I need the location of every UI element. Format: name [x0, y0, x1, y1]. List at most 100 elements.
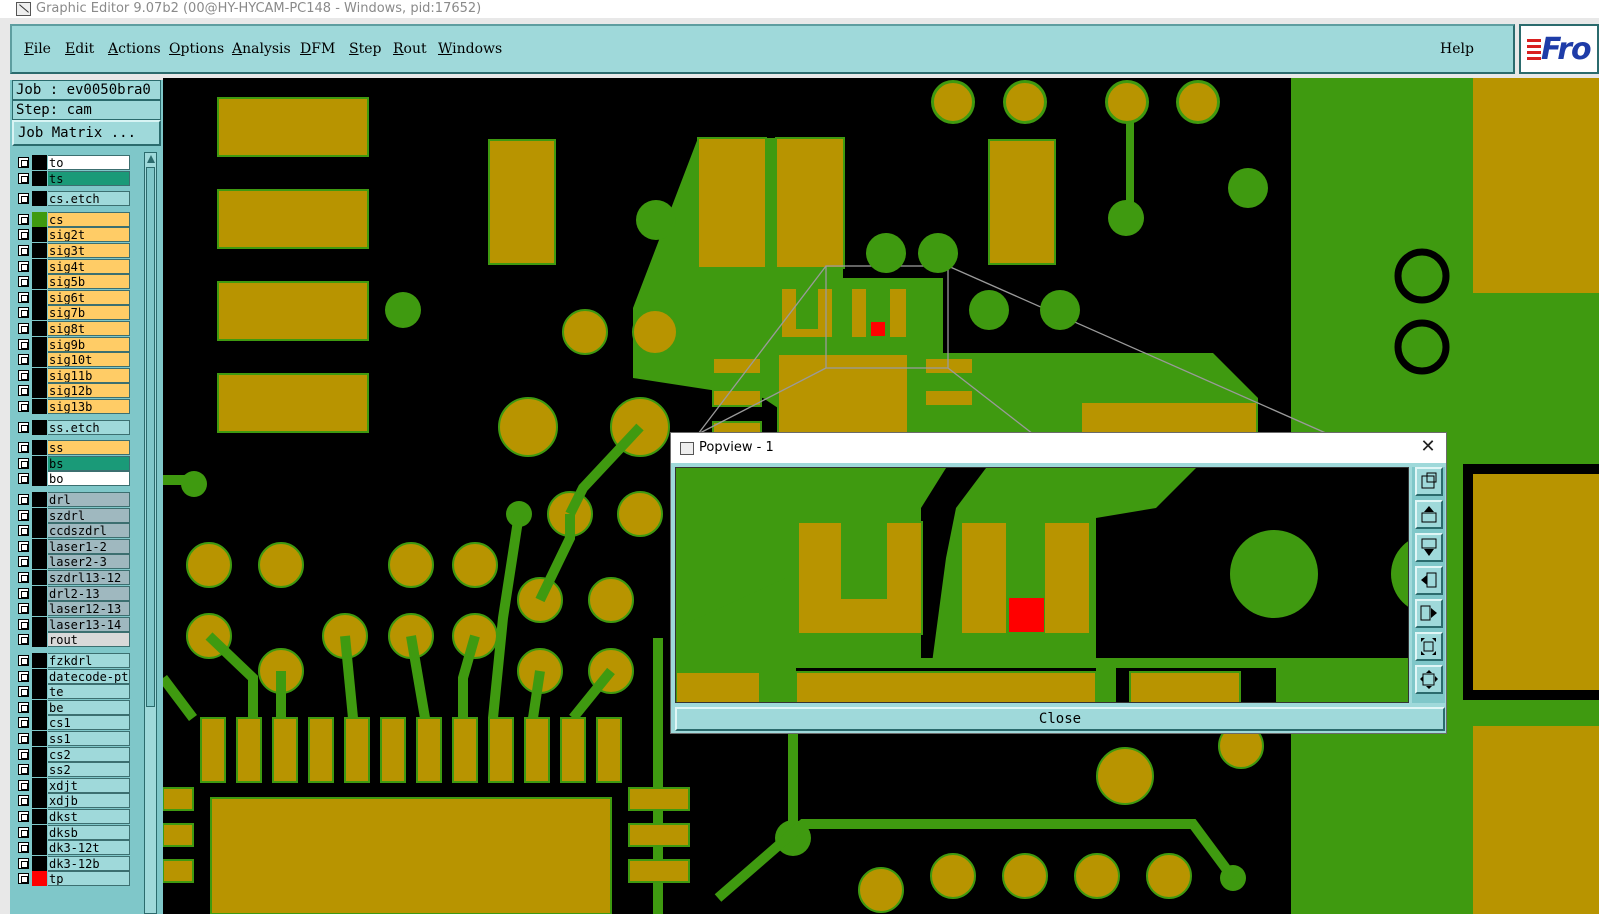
layer-row-sig13b[interactable]: sig13b — [12, 399, 132, 414]
layer-checkbox[interactable] — [18, 494, 29, 505]
job-matrix-button[interactable]: Job Matrix ... — [12, 120, 161, 146]
layer-checkbox[interactable] — [18, 540, 29, 552]
layer-color-swatch[interactable] — [32, 668, 47, 684]
layer-name[interactable]: sig8t — [48, 321, 130, 336]
layer-row-drl2-13[interactable]: drl2-13 — [12, 585, 132, 601]
layer-name[interactable]: sig5b — [48, 274, 130, 290]
layer-color-swatch[interactable] — [32, 731, 47, 746]
layer-row-cs1[interactable]: cs1 — [12, 715, 132, 731]
layer-name[interactable]: ss — [48, 440, 130, 456]
layer-checkbox[interactable] — [18, 717, 29, 729]
layer-checkbox[interactable] — [18, 385, 29, 397]
layer-name[interactable]: te — [48, 684, 130, 700]
layer-checkbox[interactable] — [18, 276, 29, 288]
layer-name[interactable]: sig7b — [48, 305, 130, 321]
menu-help[interactable]: Help — [1440, 41, 1474, 57]
layer-row-sig3t[interactable]: sig3t — [12, 243, 132, 258]
layer-name[interactable]: ccdszdrl — [48, 523, 130, 539]
layer-name[interactable]: szdrl13-12 — [48, 570, 130, 585]
layer-checkbox[interactable] — [18, 213, 29, 225]
layer-row-cs2[interactable]: cs2 — [12, 746, 132, 762]
layer-row-szdrl13-12[interactable]: szdrl13-12 — [12, 570, 132, 585]
menu-actions[interactable]: Actions — [108, 41, 161, 57]
layer-color-swatch[interactable] — [32, 170, 47, 186]
layer-name[interactable]: tp — [48, 871, 130, 887]
layer-row-tp[interactable]: tp — [12, 871, 132, 887]
layer-row-dksb[interactable]: dksb — [12, 824, 132, 840]
layer-color-swatch[interactable] — [32, 653, 47, 668]
pan-down-icon[interactable] — [1415, 533, 1443, 562]
layer-color-swatch[interactable] — [32, 274, 47, 290]
layer-checkbox[interactable] — [18, 245, 29, 256]
layer-row-szdrl[interactable]: szdrl — [12, 507, 132, 523]
layer-color-swatch[interactable] — [32, 871, 47, 887]
layer-name[interactable]: ss2 — [48, 762, 130, 778]
layer-row-sig9b[interactable]: sig9b — [12, 336, 132, 352]
layer-color-swatch[interactable] — [32, 585, 47, 601]
menu-dfm[interactable]: DFM — [300, 41, 335, 57]
menu-windows[interactable]: Windows — [438, 41, 502, 57]
layer-name[interactable]: drl2-13 — [48, 585, 130, 601]
popview-close-button[interactable]: Close — [675, 707, 1445, 731]
layer-color-swatch[interactable] — [32, 538, 47, 554]
layer-checkbox[interactable] — [18, 473, 29, 485]
layer-name[interactable]: sig3t — [48, 243, 130, 258]
layer-row-ts[interactable]: ts — [12, 170, 132, 186]
layer-checkbox[interactable] — [18, 618, 29, 630]
layer-row-cs[interactable]: cs — [12, 211, 132, 227]
layer-row-xdjt[interactable]: xdjt — [12, 777, 132, 793]
layer-checkbox[interactable] — [18, 873, 29, 885]
layer-checkbox[interactable] — [18, 795, 29, 807]
layer-name[interactable]: bo — [48, 471, 130, 487]
layer-row-sig11b[interactable]: sig11b — [12, 367, 132, 383]
zoom-home-icon[interactable] — [1415, 467, 1443, 496]
layer-color-swatch[interactable] — [32, 762, 47, 778]
layer-checkbox[interactable] — [18, 457, 29, 469]
layer-checkbox[interactable] — [18, 701, 29, 713]
zoom-in-icon[interactable] — [1415, 632, 1443, 661]
layer-name[interactable]: xdjt — [48, 777, 130, 793]
layer-color-swatch[interactable] — [32, 492, 47, 507]
pan-right-icon[interactable] — [1415, 599, 1443, 628]
layer-checkbox[interactable] — [18, 260, 29, 272]
layer-color-swatch[interactable] — [32, 321, 47, 336]
layer-name[interactable]: laser1-2 — [48, 538, 130, 554]
layer-name[interactable]: szdrl — [48, 507, 130, 523]
layer-checkbox[interactable] — [18, 157, 29, 168]
layer-color-swatch[interactable] — [32, 554, 47, 570]
layer-name[interactable]: xdjb — [48, 793, 130, 809]
layer-name[interactable]: cs1 — [48, 715, 130, 731]
layer-color-swatch[interactable] — [32, 383, 47, 399]
layer-color-swatch[interactable] — [32, 305, 47, 321]
layer-checkbox[interactable] — [18, 655, 29, 666]
layer-row-drl[interactable]: drl — [12, 492, 132, 507]
menu-analysis[interactable]: Analysis — [232, 41, 291, 57]
layer-color-swatch[interactable] — [32, 440, 47, 456]
layer-color-swatch[interactable] — [32, 455, 47, 471]
layer-name[interactable]: fzkdrl — [48, 653, 130, 668]
layer-color-swatch[interactable] — [32, 824, 47, 840]
layer-row-sig10t[interactable]: sig10t — [12, 352, 132, 368]
layer-row-sig5b[interactable]: sig5b — [12, 274, 132, 290]
layer-row-ss1[interactable]: ss1 — [12, 731, 132, 746]
layer-checkbox[interactable] — [18, 764, 29, 776]
layer-name[interactable]: sig2t — [48, 227, 130, 243]
layer-color-swatch[interactable] — [32, 601, 47, 617]
layer-checkbox[interactable] — [18, 338, 29, 350]
layer-row-be[interactable]: be — [12, 699, 132, 715]
layer-checkbox[interactable] — [18, 556, 29, 568]
layer-checkbox[interactable] — [18, 323, 29, 334]
layer-row-ccdszdrl[interactable]: ccdszdrl — [12, 523, 132, 539]
layer-checkbox[interactable] — [18, 811, 29, 822]
layer-color-swatch[interactable] — [32, 616, 47, 632]
layer-checkbox[interactable] — [18, 421, 29, 433]
layer-name[interactable]: drl — [48, 492, 130, 507]
close-icon[interactable]: ✕ — [1418, 437, 1438, 457]
layer-color-swatch[interactable] — [32, 715, 47, 731]
layer-name[interactable]: dksb — [48, 824, 130, 840]
layer-checkbox[interactable] — [18, 354, 29, 366]
layer-name[interactable]: cs2 — [48, 746, 130, 762]
scroll-up-arrow-icon[interactable] — [147, 155, 155, 163]
layer-name[interactable]: cs.etch — [48, 191, 130, 207]
layer-checkbox[interactable] — [18, 525, 29, 537]
